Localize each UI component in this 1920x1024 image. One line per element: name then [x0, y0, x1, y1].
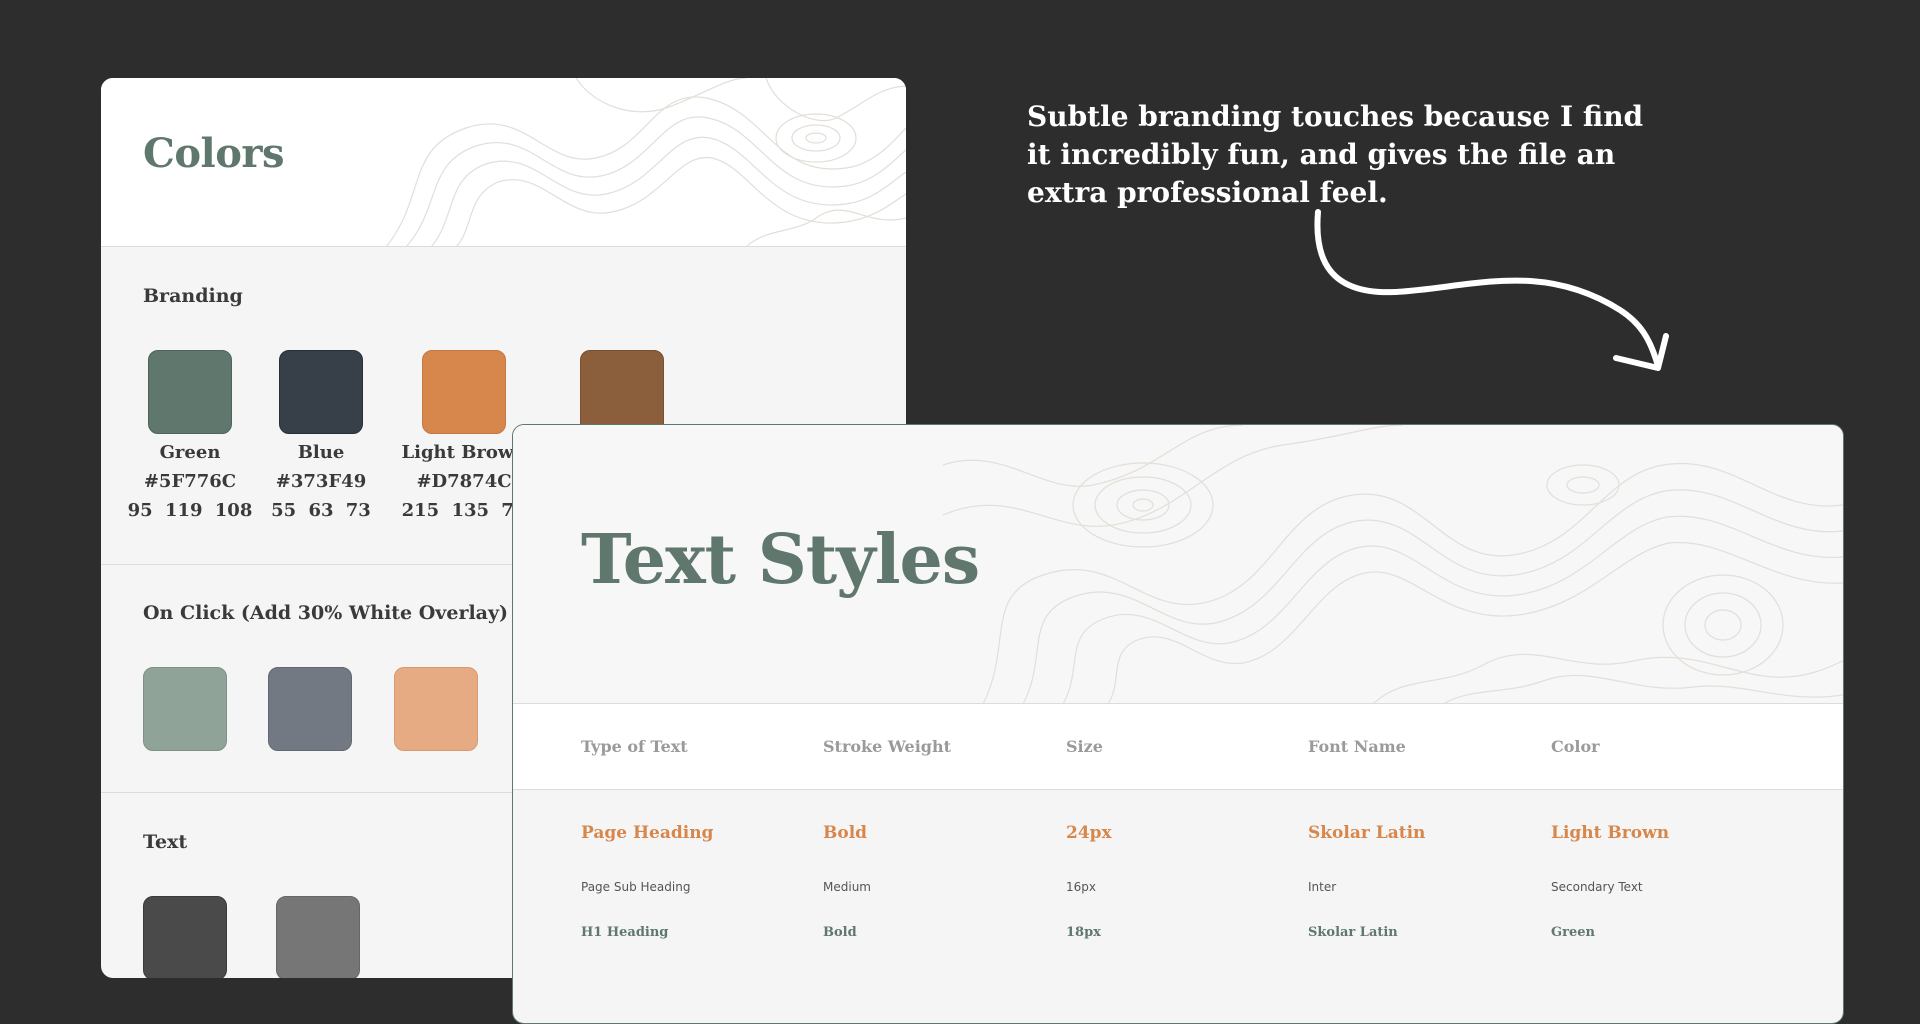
column-header-type: Type of Text [581, 737, 688, 756]
swatch-green-info: Green #5F776C 95 119 108 [120, 438, 260, 525]
annotation-text: Subtle branding touches because I find i… [1027, 100, 1644, 209]
table-cell: Inter [1308, 880, 1337, 894]
swatch-green-rgb: 95 119 108 [127, 500, 253, 521]
colors-title: Colors [143, 130, 284, 177]
table-cell: Skolar Latin [1308, 823, 1426, 843]
table-cell: 24px [1066, 823, 1112, 843]
table-cell: Page Sub Heading [581, 880, 691, 894]
swatch-green-hex: #5F776C [143, 471, 237, 492]
table-cell: Bold [823, 925, 857, 940]
text-styles-header: Text Styles [513, 425, 1843, 704]
swatch-green-name: Green [159, 442, 221, 463]
table-cell: Skolar Latin [1308, 925, 1398, 940]
swatch-blue-name: Blue [297, 442, 345, 463]
swatch-green[interactable] [148, 350, 232, 434]
swatch-blue[interactable] [279, 350, 363, 434]
swatch-blue-info: Blue #373F49 55 63 73 [251, 438, 391, 525]
swatch-green-pressed[interactable] [143, 667, 227, 751]
table-cell: H1 Heading [581, 925, 669, 940]
topographic-pattern [386, 78, 906, 246]
table-cell: Light Brown [1551, 823, 1670, 843]
swatch-light-brown-pressed[interactable] [394, 667, 478, 751]
text-styles-title: Text Styles [581, 520, 980, 600]
column-header-font-name: Font Name [1308, 737, 1406, 756]
column-header-stroke-weight: Stroke Weight [823, 737, 952, 756]
annotation-arrow-icon [1314, 209, 1669, 371]
table-cell: 16px [1066, 880, 1096, 894]
text-styles-card: Text Styles Type of Text Stroke Weight S… [512, 424, 1844, 1024]
swatch-secondary-text[interactable] [276, 896, 360, 978]
swatch-primary-text[interactable] [143, 896, 227, 978]
swatch-blue-pressed[interactable] [268, 667, 352, 751]
branding-section-title: Branding [143, 285, 243, 307]
topographic-pattern [943, 425, 1843, 703]
swatch-blue-rgb: 55 63 73 [271, 500, 371, 521]
table-header: Type of Text Stroke Weight Size Font Nam… [513, 704, 1843, 790]
column-header-size: Size [1066, 737, 1103, 756]
colors-card-header: Colors [101, 78, 906, 247]
swatch-light-brown[interactable] [422, 350, 506, 434]
table-cell: Green [1551, 925, 1595, 940]
swatch-brown[interactable] [580, 350, 664, 434]
text-section-title: Text [143, 831, 188, 853]
column-header-color: Color [1551, 737, 1600, 756]
table-cell: Secondary Text [1551, 880, 1643, 894]
table-cell: Bold [823, 823, 868, 843]
swatch-blue-hex: #373F49 [275, 471, 367, 492]
table-cell: Medium [823, 880, 871, 894]
on-click-section-title: On Click (Add 30% White Overlay) [143, 602, 509, 624]
table-cell: Page Heading [581, 823, 714, 843]
table-cell: 18px [1066, 925, 1101, 940]
